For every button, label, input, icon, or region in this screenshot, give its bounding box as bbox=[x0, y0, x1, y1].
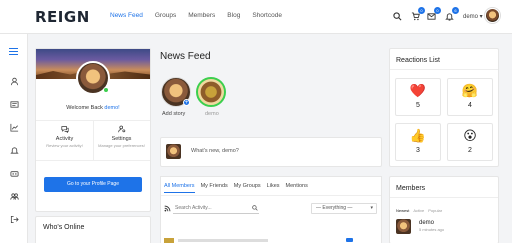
nav-members[interactable]: Members bbox=[188, 12, 215, 19]
tab-mentions[interactable]: Mentions bbox=[286, 183, 308, 193]
tab-all-members[interactable]: All Members bbox=[164, 183, 195, 193]
activity-tabs: All Members My Friends My Groups Likes M… bbox=[164, 183, 308, 193]
chevron-down-icon: ▾ bbox=[370, 205, 373, 211]
thumbs-up-icon: 👍 bbox=[409, 129, 427, 144]
menu-icon[interactable] bbox=[9, 48, 18, 57]
activity-filter-value: — Everything — bbox=[316, 205, 353, 211]
chart-icon[interactable] bbox=[7, 120, 21, 134]
nav-blog[interactable]: Blog bbox=[227, 12, 240, 19]
top-header: REIGN News Feed Groups Members Blog Shor… bbox=[0, 0, 512, 34]
bell-icon[interactable] bbox=[7, 143, 21, 157]
cart-icon[interactable]: 0 bbox=[409, 7, 425, 22]
nav-shortcode[interactable]: Shortcode bbox=[252, 12, 282, 19]
member-avatar[interactable] bbox=[396, 219, 411, 234]
user-settings-icon bbox=[93, 125, 150, 133]
page-title: News Feed bbox=[160, 51, 211, 62]
welcome-username[interactable]: demo! bbox=[104, 105, 119, 111]
members-title: Members bbox=[396, 185, 426, 192]
logout-icon[interactable] bbox=[7, 212, 21, 226]
tab-my-groups[interactable]: My Groups bbox=[234, 183, 261, 193]
reaction-like[interactable]: 👍 3 bbox=[395, 123, 441, 161]
reaction-wow[interactable]: 😮 2 bbox=[447, 123, 493, 161]
cart-count-badge: 0 bbox=[418, 7, 425, 14]
reaction-hug[interactable]: 🤗 4 bbox=[447, 78, 493, 116]
reaction-count: 3 bbox=[416, 147, 420, 154]
wow-icon: 😮 bbox=[463, 129, 477, 144]
online-status-dot bbox=[103, 87, 109, 93]
messages-count-badge: 0 bbox=[434, 7, 441, 14]
site-logo[interactable]: REIGN bbox=[35, 8, 90, 26]
search-icon[interactable] bbox=[391, 10, 403, 22]
divider bbox=[390, 69, 498, 70]
activity-filter-select[interactable]: — Everything — ▾ bbox=[311, 203, 377, 214]
welcome-prefix: Welcome Back bbox=[66, 105, 103, 111]
plus-icon[interactable]: + bbox=[183, 99, 190, 106]
reaction-count: 4 bbox=[468, 102, 472, 109]
profile-page-button[interactable]: Go to your Profile Page bbox=[44, 177, 142, 192]
notifications-icon[interactable]: 6 bbox=[443, 7, 459, 22]
activity-item-badge bbox=[346, 238, 353, 242]
user-name-text: demo bbox=[463, 14, 479, 20]
whos-online-card: Who's Online bbox=[35, 216, 151, 243]
members-filter-tabs: Newest Active Popular bbox=[396, 208, 442, 213]
activity-shortcut[interactable]: Activity Review your activity! bbox=[36, 125, 93, 148]
settings-subtitle: Manage your preferences! bbox=[98, 143, 145, 148]
chat-icon bbox=[36, 125, 93, 133]
profile-card: Welcome Back demo! Activity Review your … bbox=[35, 48, 151, 212]
activity-subtitle: Review your activity! bbox=[46, 143, 83, 148]
whos-online-title: Who's Online bbox=[43, 224, 85, 231]
groups-icon[interactable] bbox=[7, 166, 21, 180]
member-time: 5 minutes ago bbox=[419, 227, 445, 232]
add-story-label[interactable]: Add story bbox=[162, 111, 185, 117]
divider bbox=[161, 195, 381, 196]
reactions-title: Reactions List bbox=[396, 57, 440, 64]
activity-item bbox=[164, 236, 380, 243]
rss-icon[interactable] bbox=[164, 205, 171, 212]
left-rail bbox=[0, 34, 28, 243]
activity-search-input[interactable] bbox=[173, 203, 249, 213]
members-tab-newest[interactable]: Newest bbox=[396, 208, 409, 213]
nav-news-feed[interactable]: News Feed bbox=[110, 12, 143, 19]
members-tab-active[interactable]: Active bbox=[413, 208, 424, 213]
members-icon[interactable] bbox=[7, 189, 21, 203]
members-widget: Members Newest Active Popular demo 5 min… bbox=[389, 176, 499, 243]
reaction-love[interactable]: ❤️ 5 bbox=[395, 78, 441, 116]
divider bbox=[36, 160, 150, 161]
activity-title: Activity bbox=[55, 136, 74, 142]
hug-icon: 🤗 bbox=[461, 84, 479, 99]
nav-groups[interactable]: Groups bbox=[155, 12, 176, 19]
activity-item-text bbox=[178, 239, 268, 242]
welcome-text: Welcome Back demo! bbox=[36, 105, 150, 111]
post-composer[interactable]: What's new, demo? bbox=[160, 137, 382, 167]
user-icon[interactable] bbox=[7, 74, 21, 88]
user-menu-name[interactable]: demo ▾ bbox=[463, 13, 483, 20]
main-nav: News Feed Groups Members Blog Shortcode bbox=[110, 12, 282, 19]
composer-placeholder[interactable]: What's new, demo? bbox=[191, 148, 239, 154]
story-demo-label[interactable]: demo bbox=[205, 111, 219, 117]
activity-icon[interactable] bbox=[7, 97, 21, 111]
reaction-count: 5 bbox=[416, 102, 420, 109]
messages-icon[interactable]: 0 bbox=[425, 7, 441, 22]
activity-item-avatar bbox=[164, 238, 174, 243]
heart-icon: ❤️ bbox=[409, 84, 427, 99]
tab-likes[interactable]: Likes bbox=[267, 183, 280, 193]
reactions-list-card: Reactions List ❤️ 5 🤗 4 👍 3 😮 2 bbox=[389, 48, 499, 167]
tab-my-friends[interactable]: My Friends bbox=[201, 183, 228, 193]
composer-avatar bbox=[166, 144, 181, 159]
divider bbox=[390, 197, 498, 198]
notifications-count-badge: 6 bbox=[452, 7, 459, 14]
activity-search[interactable] bbox=[173, 203, 259, 214]
settings-title: Settings bbox=[111, 136, 132, 142]
reaction-count: 2 bbox=[468, 147, 472, 154]
members-tab-popular[interactable]: Popular bbox=[428, 208, 442, 213]
search-icon[interactable] bbox=[252, 205, 258, 211]
story-demo[interactable] bbox=[196, 77, 226, 107]
settings-shortcut[interactable]: Settings Manage your preferences! bbox=[93, 125, 150, 148]
activity-panel: All Members My Friends My Groups Likes M… bbox=[160, 176, 382, 243]
header-avatar[interactable] bbox=[485, 8, 500, 23]
member-name[interactable]: demo bbox=[419, 220, 434, 226]
